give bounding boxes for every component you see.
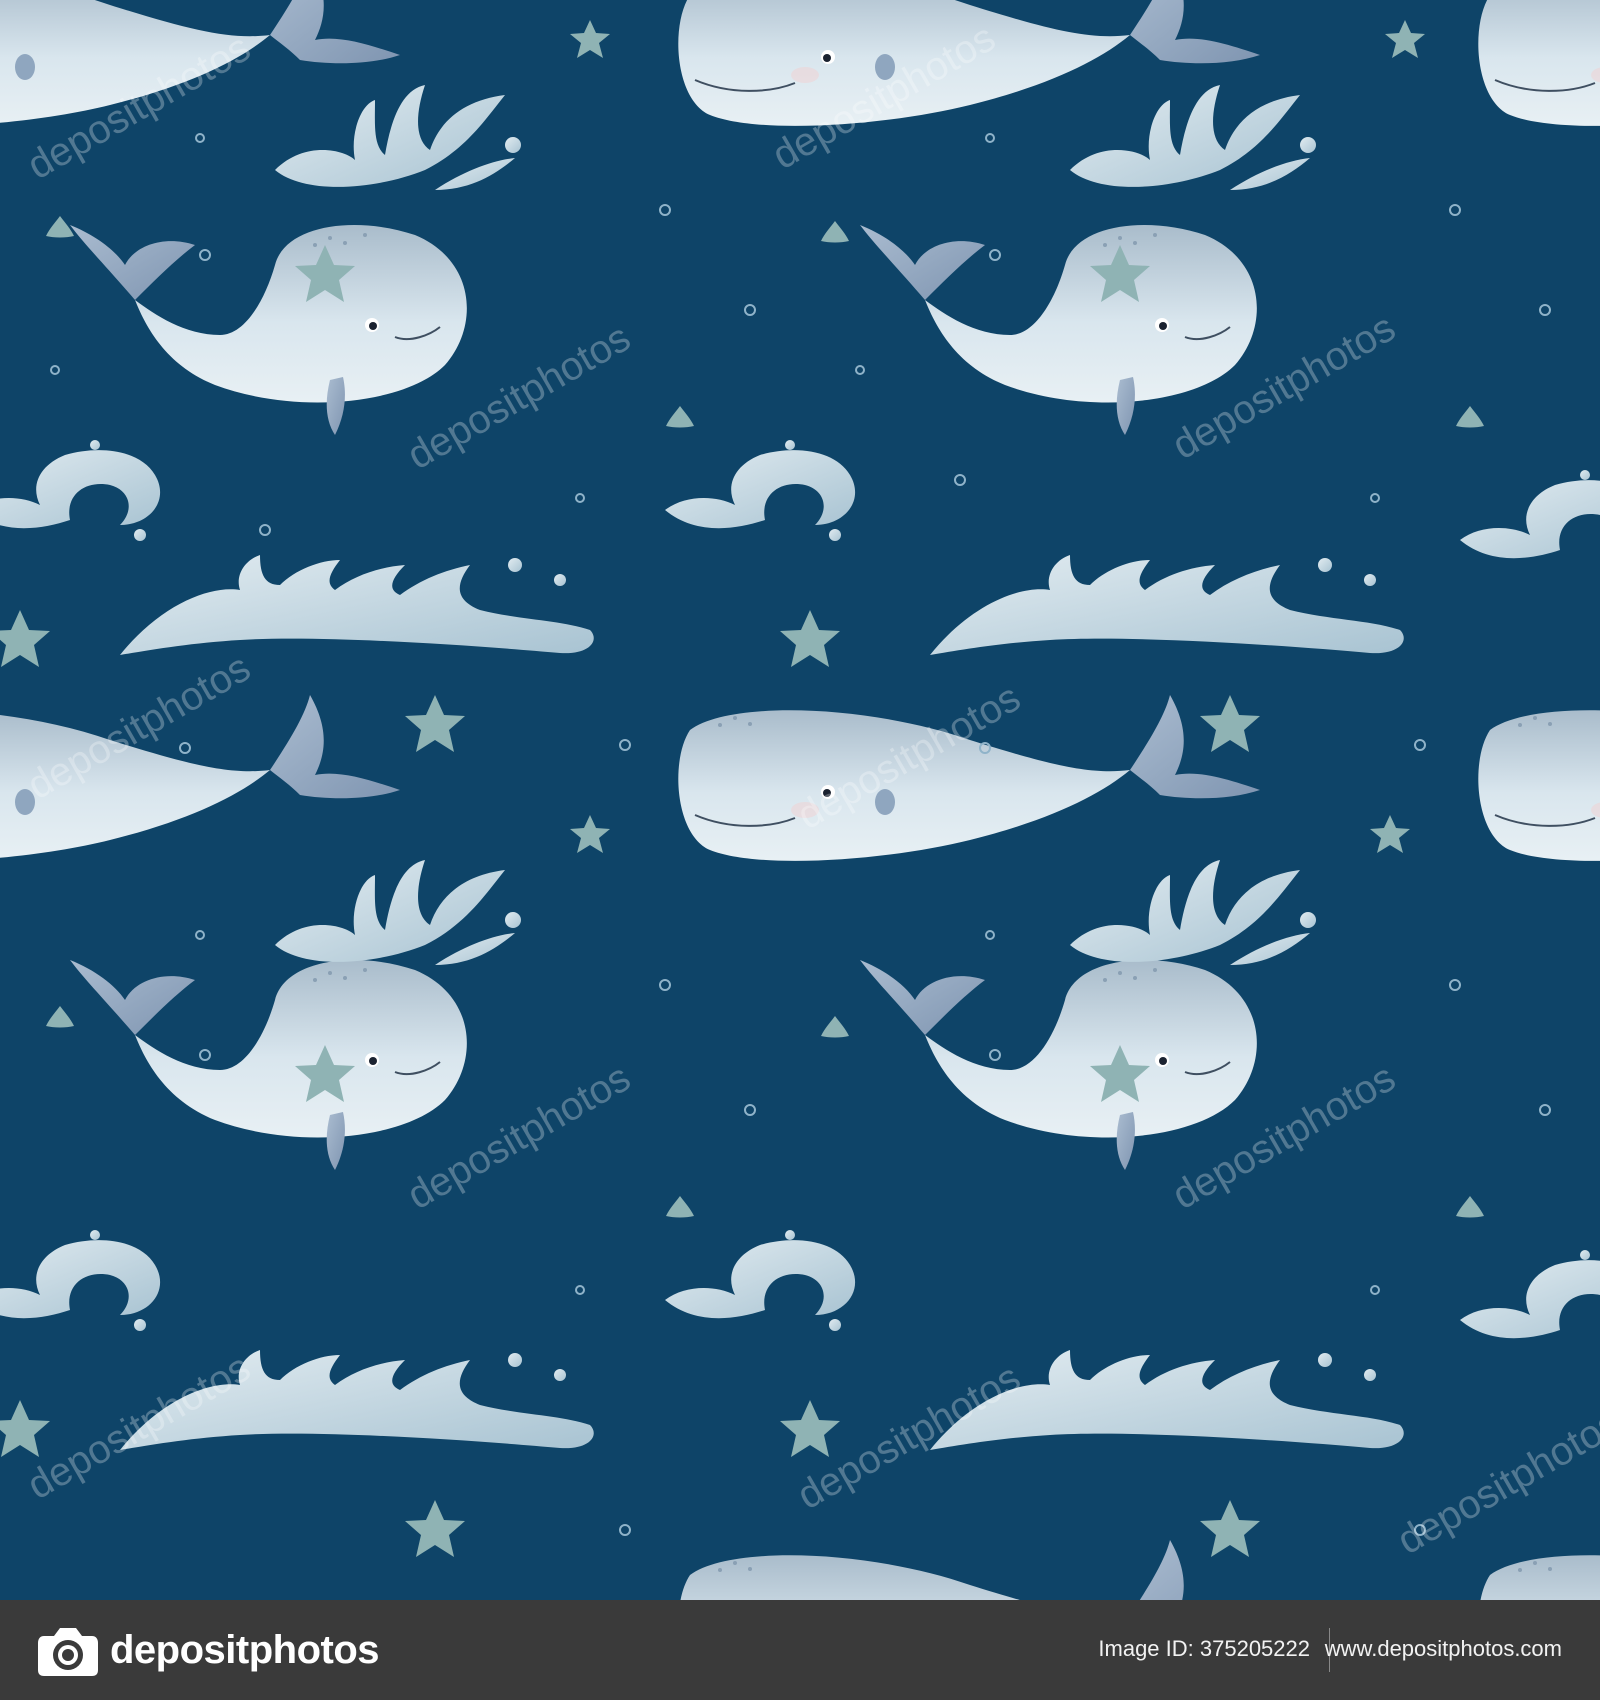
footer-bar: depositphotos Image ID: 375205222 www.de… bbox=[0, 1600, 1600, 1700]
whale-pattern-artwork bbox=[0, 0, 1600, 1600]
image-id: Image ID: 375205222 bbox=[1098, 1636, 1310, 1661]
brand[interactable]: depositphotos bbox=[36, 1622, 380, 1678]
brand-name: depositphotos bbox=[110, 1627, 380, 1672]
site-link[interactable]: www.depositphotos.com bbox=[1325, 1636, 1562, 1662]
camera-logo-icon bbox=[38, 1628, 98, 1676]
pattern-image: depositphotos depositphotos depositphoto… bbox=[0, 0, 1600, 1600]
